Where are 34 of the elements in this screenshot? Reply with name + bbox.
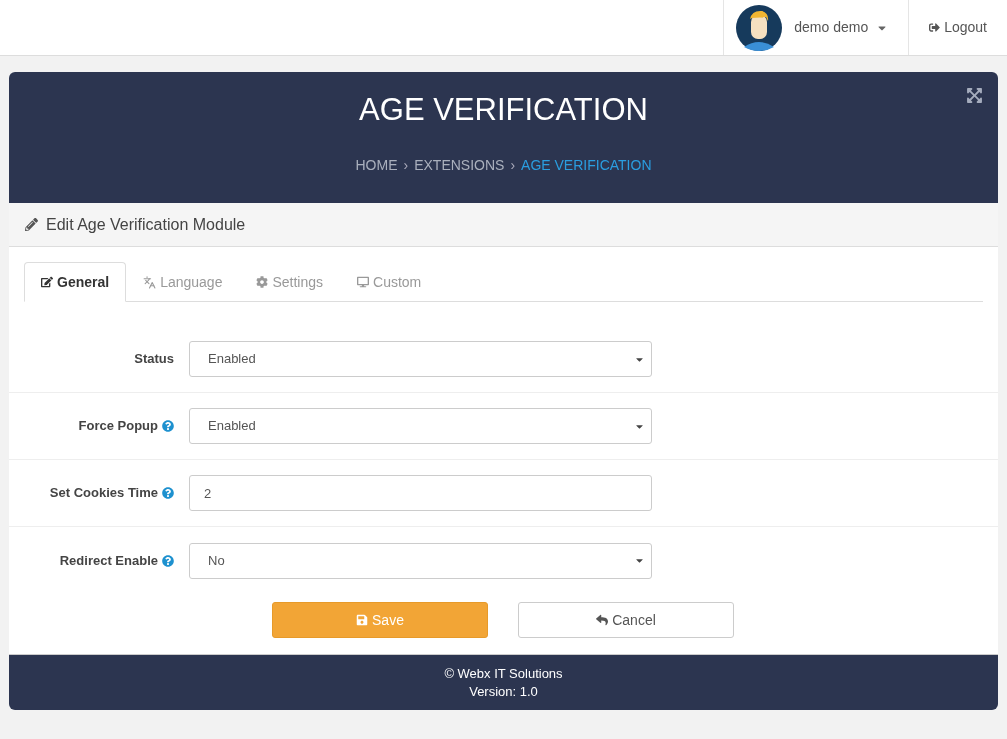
tab[interactable]: General (24, 262, 127, 302)
breadcrumb-link[interactable]: EXTENSIONS (414, 155, 505, 176)
breadcrumb-link[interactable]: AGE VERIFICATION (521, 155, 652, 176)
help-icon[interactable] (162, 554, 174, 567)
expand-icon[interactable] (966, 87, 983, 104)
help-icon[interactable] (162, 487, 174, 499)
select-field[interactable]: Enabled (189, 408, 652, 444)
page-title: AGE VERIFICATION (359, 91, 648, 129)
help-icon[interactable] (162, 420, 174, 432)
language-icon (143, 275, 157, 289)
field-label: Status (134, 350, 174, 369)
breadcrumb-separator: › (510, 156, 516, 175)
breadcrumb-separator: › (403, 156, 409, 175)
logout-icon (929, 22, 941, 33)
edit-icon (41, 276, 53, 288)
avatar-icon (736, 4, 783, 51)
version-text: Version: 1.0 (469, 682, 538, 701)
field-label: Set Cookies Time (49, 484, 158, 503)
reply-arrow-icon (596, 614, 609, 626)
cancel-button[interactable]: Cancel (518, 602, 734, 638)
select-field[interactable]: No (189, 542, 652, 579)
select-field[interactable]: Enabled (189, 341, 652, 377)
field-label: Redirect Enable (59, 551, 158, 570)
panel-title: Edit Age Verification Module (46, 214, 246, 235)
pencil-icon (25, 218, 38, 231)
user-name: demo demo (794, 18, 869, 37)
monitor-icon (357, 276, 370, 288)
logout-link[interactable]: Logout (908, 0, 1007, 55)
input-field[interactable]: 2 (189, 475, 652, 511)
breadcrumb-link[interactable]: HOME (355, 155, 398, 176)
user-menu[interactable]: demo demo (723, 0, 909, 55)
settings-icon (256, 276, 269, 288)
copyright-text: © Webx IT Solutions (444, 664, 563, 683)
field-label: Force Popup (78, 417, 158, 436)
